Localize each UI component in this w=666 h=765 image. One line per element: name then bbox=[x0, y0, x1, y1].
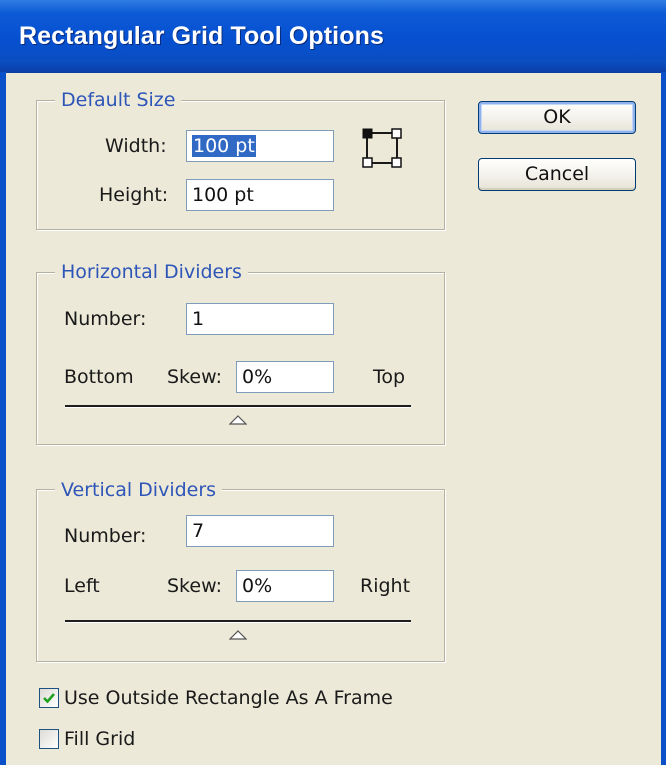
vertical-number-label: Number: bbox=[64, 525, 147, 547]
horizontal-skew-slider-thumb[interactable] bbox=[228, 410, 248, 425]
horizontal-skew-label: Skew: bbox=[167, 366, 222, 388]
horizontal-bottom-label: Bottom bbox=[64, 366, 134, 388]
window-frame-right bbox=[661, 72, 666, 765]
ok-button[interactable]: OK bbox=[478, 101, 636, 134]
vertical-number-field[interactable]: 7 bbox=[186, 515, 334, 547]
vertical-left-label: Left bbox=[64, 575, 100, 597]
dialog-title: Rectangular Grid Tool Options bbox=[19, 22, 384, 50]
vertical-skew-field[interactable]: 0% bbox=[236, 570, 334, 602]
vertical-skew-label: Skew: bbox=[167, 575, 222, 597]
window-frame-left bbox=[0, 72, 6, 765]
horizontal-skew-slider-track[interactable] bbox=[65, 405, 411, 407]
horizontal-dividers-legend: Horizontal Dividers bbox=[55, 261, 248, 283]
use-outside-rectangle-label[interactable]: Use Outside Rectangle As A Frame bbox=[64, 687, 393, 709]
horizontal-skew-field[interactable]: 0% bbox=[236, 361, 334, 393]
height-label: Height: bbox=[99, 184, 169, 206]
horizontal-top-label: Top bbox=[373, 366, 406, 388]
reference-point-icon[interactable] bbox=[360, 126, 404, 170]
vertical-skew-slider-thumb[interactable] bbox=[228, 625, 248, 640]
width-label: Width: bbox=[105, 135, 167, 157]
width-value: 100 pt bbox=[192, 135, 256, 157]
cancel-button[interactable]: Cancel bbox=[478, 158, 636, 191]
horizontal-number-field[interactable]: 1 bbox=[186, 303, 334, 335]
vertical-skew-slider-track[interactable] bbox=[65, 620, 411, 622]
fill-grid-label[interactable]: Fill Grid bbox=[64, 728, 135, 750]
width-field[interactable]: 100 pt bbox=[186, 130, 334, 162]
fill-grid-checkbox[interactable] bbox=[39, 729, 59, 749]
horizontal-number-label: Number: bbox=[64, 308, 147, 330]
height-field[interactable]: 100 pt bbox=[186, 179, 334, 211]
vertical-dividers-legend: Vertical Dividers bbox=[55, 479, 223, 501]
default-size-legend: Default Size bbox=[55, 89, 182, 111]
checkmark-icon bbox=[43, 693, 55, 704]
vertical-right-label: Right bbox=[360, 575, 411, 597]
dialog-window: Rectangular Grid Tool Options Default Si… bbox=[0, 0, 666, 765]
title-bar[interactable]: Rectangular Grid Tool Options bbox=[0, 0, 666, 73]
use-outside-rectangle-checkbox[interactable] bbox=[39, 688, 59, 708]
